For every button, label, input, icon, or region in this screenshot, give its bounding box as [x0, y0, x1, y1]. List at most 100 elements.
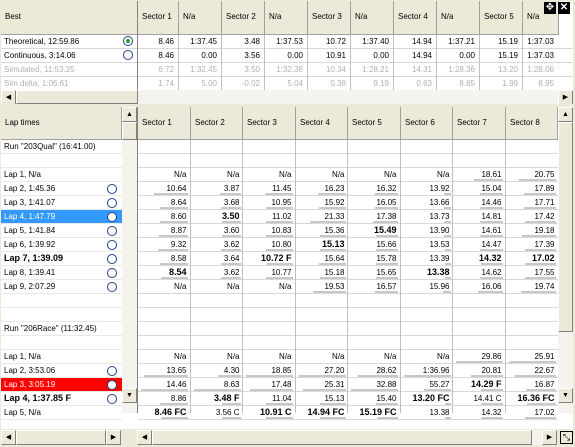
- lap-times-column-header[interactable]: Sector 7: [453, 107, 506, 140]
- best-hscroll-thumb[interactable]: [16, 90, 138, 104]
- lap-sector-cell: 11.04: [272, 394, 292, 403]
- best-column-header[interactable]: Sector 5: [480, 1, 523, 35]
- lap-times-hscroll-thumb[interactable]: [152, 430, 532, 445]
- best-cell: 1:28.21: [362, 65, 389, 74]
- best-cell: 0.00: [287, 51, 303, 60]
- lap-sector-cell: 15.66: [376, 240, 397, 249]
- lap-row-label-cell[interactable]: Lap 5, N/a: [1, 406, 122, 420]
- lap-labels-scroll-up-button[interactable]: ▲: [122, 107, 137, 122]
- lap-labels-vscrollbar[interactable]: [122, 107, 137, 413]
- lap-radio[interactable]: [107, 268, 117, 278]
- close-icon[interactable]: ✕: [558, 2, 570, 14]
- lap-sector-cell: 14.46: [481, 198, 502, 207]
- lap-row-label-cell[interactable]: Lap 1, N/a: [1, 350, 122, 364]
- lap-sector-cell: 15.13: [321, 239, 345, 249]
- lap-radio[interactable]: [107, 282, 117, 292]
- lap-times-column-header[interactable]: Sector 1: [138, 107, 191, 140]
- lap-row-label-cell[interactable]: Lap 8, 1:39.41: [1, 266, 122, 280]
- best-cell: 5.04: [287, 79, 303, 88]
- lap-sector-cell: 10.95: [271, 198, 292, 207]
- best-column-header[interactable]: Sector 3: [308, 1, 351, 35]
- lap-sector-cell: 14.62: [481, 268, 502, 277]
- lap-sector-cell: 10.77: [271, 268, 292, 277]
- lap-times-column-header[interactable]: Sector 4: [296, 107, 348, 140]
- lap-times-column-header[interactable]: Sector 6: [401, 107, 453, 140]
- lap-times-column-header[interactable]: Sector 2: [191, 107, 243, 140]
- lap-labels-scroll-right-button[interactable]: ▶: [106, 430, 121, 445]
- best-cell: 1:32.38: [276, 65, 303, 74]
- best-column-header[interactable]: Sector 1: [138, 1, 179, 35]
- best-column-header-label: N/a: [527, 12, 540, 21]
- best-column-header[interactable]: N/a: [265, 1, 308, 35]
- best-column-header-label: N/a: [355, 12, 368, 21]
- lap-sector-cell: 10.91 C: [259, 407, 292, 417]
- lap-row-label-cell: [1, 154, 122, 168]
- lap-radio[interactable]: [107, 380, 117, 390]
- lap-row-label-cell[interactable]: Lap 5, 1:41.84: [1, 224, 122, 238]
- best-cell: 15.19: [497, 37, 518, 46]
- lap-row-label-cell[interactable]: Lap 4, 1:47.79: [1, 210, 122, 224]
- best-column-divider: [350, 35, 351, 90]
- best-cell: -0.02: [241, 79, 260, 88]
- lap-column-divider: [400, 140, 401, 413]
- best-scroll-right-button[interactable]: ▶: [558, 90, 573, 104]
- lap-sector-cell: N/a: [227, 282, 240, 291]
- best-cell: 1:37.21: [448, 37, 475, 46]
- best-row-radio[interactable]: [123, 36, 133, 46]
- best-cell: 1:28.06: [527, 65, 554, 74]
- lap-row-label-cell[interactable]: Lap 7, 1:39.09: [1, 252, 122, 266]
- lap-sector-cell: 8.46 FC: [154, 407, 187, 417]
- best-column-header[interactable]: N/a: [179, 1, 222, 35]
- best-column-header[interactable]: N/a: [351, 1, 394, 35]
- move-icon[interactable]: ✥: [544, 2, 556, 14]
- lap-radio[interactable]: [107, 254, 117, 264]
- lap-sector-cell: 8.63: [223, 380, 240, 389]
- lap-radio[interactable]: [107, 198, 117, 208]
- best-cell: 8.95: [538, 79, 554, 88]
- lap-row-label-cell[interactable]: Lap 3, 1:41.07: [1, 196, 122, 210]
- lap-radio[interactable]: [107, 184, 117, 194]
- lap-sector-cell: 13.20 FC: [412, 393, 450, 403]
- lap-sector-cell: 15.49: [373, 225, 397, 235]
- best-row-radio[interactable]: [123, 50, 133, 60]
- lap-label: Lap 5, 1:41.84: [4, 226, 56, 235]
- lap-radio[interactable]: [107, 394, 117, 404]
- lap-row-label-cell[interactable]: Lap 4, 1:37.85 F: [1, 392, 122, 406]
- lap-row-label-cell[interactable]: Lap 9, 2:07.29: [1, 280, 122, 294]
- lap-column-divider: [347, 140, 348, 413]
- lap-label: Lap 4, 1:47.79: [4, 212, 56, 221]
- lap-times-column-header[interactable]: Sector 8: [506, 107, 558, 140]
- lap-row-label-cell[interactable]: Lap 3, 3:05.19: [1, 378, 122, 392]
- best-column-header[interactable]: Sector 4: [394, 1, 437, 35]
- lap-row-label-cell[interactable]: Lap 2, 3:53.06: [1, 364, 122, 378]
- lap-row-label-cell[interactable]: Lap 1, N/a: [1, 168, 122, 182]
- best-scroll-left-button[interactable]: ◀: [1, 90, 16, 104]
- lap-radio[interactable]: [107, 212, 117, 222]
- best-corner-header: Best: [1, 1, 138, 35]
- lap-sector-cell: 13.38: [426, 267, 450, 277]
- lap-sector-cell: 8.64: [170, 198, 187, 207]
- lap-sector-cell: 15.64: [324, 254, 345, 263]
- lap-label: Lap 2, 1:45.36: [4, 184, 56, 193]
- lap-times-column-header[interactable]: Sector 3: [243, 107, 296, 140]
- lap-row-label-cell[interactable]: Lap 6, 1:39.92: [1, 238, 122, 252]
- lap-times-column-header[interactable]: Sector 5: [348, 107, 401, 140]
- lap-times-scroll-down-button[interactable]: ▼: [558, 388, 573, 403]
- lap-sector-cell: 13.73: [429, 212, 450, 221]
- lap-radio[interactable]: [107, 240, 117, 250]
- lap-labels-hscroll-thumb[interactable]: [16, 430, 106, 445]
- best-column-header[interactable]: N/a: [437, 1, 480, 35]
- resize-grip-icon[interactable]: ⤡: [560, 431, 573, 444]
- lap-sector-cell: 17.48: [271, 380, 292, 389]
- lap-labels-vscroll-thumb[interactable]: [122, 122, 137, 140]
- lap-radio[interactable]: [107, 366, 117, 376]
- lap-row-label-cell[interactable]: Lap 2, 1:45.36: [1, 182, 122, 196]
- lap-times-scroll-up-button[interactable]: ▲: [558, 107, 573, 122]
- lap-radio[interactable]: [107, 226, 117, 236]
- lap-labels-scroll-down-button[interactable]: ▼: [122, 388, 137, 403]
- lap-times-scroll-left-button[interactable]: ◀: [137, 430, 152, 445]
- lap-times-vscroll-thumb[interactable]: [558, 122, 573, 332]
- lap-times-scroll-right-button[interactable]: ▶: [542, 430, 557, 445]
- lap-labels-scroll-left-button[interactable]: ◀: [1, 430, 16, 445]
- best-column-header[interactable]: Sector 2: [222, 1, 265, 35]
